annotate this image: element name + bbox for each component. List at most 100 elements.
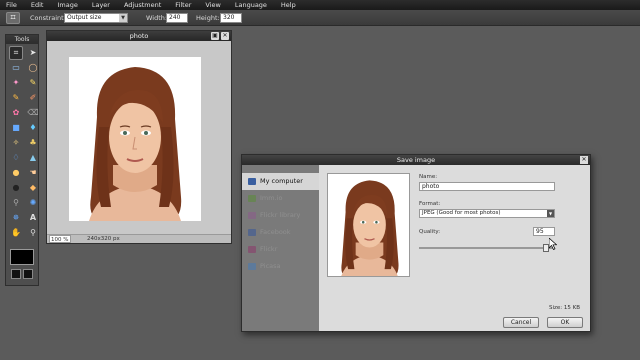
- bucket-icon[interactable]: ♦: [26, 121, 40, 135]
- pencil2-icon[interactable]: ✎: [9, 91, 23, 105]
- wand-icon[interactable]: ✦: [9, 76, 23, 90]
- zoom-input[interactable]: 100 %: [49, 235, 71, 243]
- sponge-icon[interactable]: ◆: [26, 181, 40, 195]
- color-swatches: [10, 249, 36, 283]
- immio-icon: [248, 195, 256, 202]
- bloat-icon[interactable]: ✺: [26, 196, 40, 210]
- swap-color-swatch[interactable]: [23, 269, 33, 279]
- stamp-icon[interactable]: ♣: [26, 136, 40, 150]
- constraint-value: Output size: [67, 14, 102, 21]
- constraint-label: Constraint:: [30, 14, 66, 22]
- height-label: Height:: [196, 14, 220, 22]
- mouse-cursor-icon: [549, 238, 557, 250]
- menu-file[interactable]: File: [6, 1, 17, 9]
- smudge-icon[interactable]: ☚: [26, 166, 40, 180]
- name-label: Name:: [419, 174, 438, 180]
- background-color-swatch[interactable]: [11, 269, 21, 279]
- sharpen-icon[interactable]: ▲: [26, 151, 40, 165]
- preview-thumbnail: [327, 173, 410, 277]
- destination-my-computer[interactable]: My computer: [242, 173, 319, 190]
- menu-edit[interactable]: Edit: [31, 1, 44, 9]
- chevron-down-icon: ▼: [547, 210, 554, 217]
- menu-help[interactable]: Help: [281, 1, 296, 9]
- menu-bar: File Edit Image Layer Adjustment Filter …: [0, 0, 640, 10]
- canvas-area: [47, 41, 231, 235]
- menu-adjustment[interactable]: Adjustment: [124, 1, 161, 9]
- burn-icon[interactable]: ●: [9, 166, 23, 180]
- constraint-select[interactable]: Output size ▼: [64, 13, 128, 23]
- tools-title: Tools: [6, 35, 38, 44]
- zoom-icon[interactable]: ⚲: [26, 226, 40, 240]
- menu-view[interactable]: View: [205, 1, 220, 9]
- photo-window: photo ▣ ✕ 100 % 240x320 px: [46, 30, 232, 244]
- destination-facebook[interactable]: Facebook: [242, 224, 319, 241]
- dialog-title: Save image: [396, 156, 436, 164]
- close-icon[interactable]: ✕: [580, 156, 588, 164]
- drop-icon[interactable]: ♢: [9, 151, 23, 165]
- destination-picasa[interactable]: Picasa: [242, 258, 319, 275]
- foreground-color-swatch[interactable]: [10, 249, 34, 265]
- file-size-label: Size: 15 KB: [548, 305, 580, 311]
- photo-statusbar: 100 % 240x320 px: [47, 234, 231, 243]
- photo-canvas[interactable]: [69, 57, 201, 221]
- format-label: Format:: [419, 201, 441, 207]
- menu-language[interactable]: Language: [235, 1, 267, 9]
- destination-label: Picasa: [260, 262, 281, 270]
- computer-icon: [248, 178, 256, 185]
- crop-icon[interactable]: ⌗: [6, 12, 20, 24]
- preview-image: [328, 174, 409, 276]
- dimensions-label: 240x320 px: [87, 236, 120, 242]
- width-label: Width:: [146, 14, 168, 22]
- format-value: JPEG (Good for most photos): [422, 210, 501, 216]
- destination-flickr-library[interactable]: Flickr library: [242, 207, 319, 224]
- photo-titlebar[interactable]: photo ▣ ✕: [47, 31, 231, 41]
- dialog-titlebar[interactable]: Save image ✕: [242, 155, 590, 165]
- width-input[interactable]: 240: [166, 13, 188, 23]
- destination-label: Facebook: [260, 228, 291, 236]
- menu-filter[interactable]: Filter: [175, 1, 191, 9]
- options-bar: ⌗ Constraint: Output size ▼ Width: 240 H…: [0, 10, 640, 26]
- destination-label: Flickr: [260, 245, 278, 253]
- destination-label: My computer: [260, 177, 303, 185]
- flickr-icon: [248, 212, 256, 219]
- brush-icon[interactable]: ✐: [26, 91, 40, 105]
- filename-input[interactable]: photo: [419, 182, 555, 191]
- ok-button[interactable]: OK: [547, 317, 583, 328]
- height-input[interactable]: 320: [220, 13, 242, 23]
- quality-input[interactable]: 95: [533, 227, 555, 236]
- save-image-dialog: Save image ✕ My computer Imm.io Flickr l…: [241, 154, 591, 332]
- menu-image[interactable]: Image: [57, 1, 77, 9]
- replace-icon[interactable]: ✧: [9, 136, 23, 150]
- pencil-icon[interactable]: ✎: [26, 76, 40, 90]
- maximize-icon[interactable]: ▣: [211, 32, 219, 40]
- flickr2-icon: [248, 246, 256, 253]
- destination-list: My computer Imm.io Flickr library Facebo…: [242, 165, 319, 331]
- destination-label: Flickr library: [260, 211, 301, 219]
- close-icon[interactable]: ✕: [221, 32, 229, 40]
- clone-icon[interactable]: ✿: [9, 106, 23, 120]
- picasa-icon: [248, 263, 256, 270]
- cancel-button[interactable]: Cancel: [503, 317, 539, 328]
- destination-label: Imm.io: [260, 194, 283, 202]
- quality-label: Quality:: [419, 229, 441, 235]
- eraser-icon[interactable]: ⌫: [26, 106, 40, 120]
- chevron-down-icon: ▼: [119, 14, 127, 22]
- eyedropper-icon[interactable]: ⚲: [9, 196, 23, 210]
- marquee-icon[interactable]: ▭: [9, 61, 23, 75]
- destination-flickr[interactable]: Flickr: [242, 241, 319, 258]
- crop-icon[interactable]: ⌗: [9, 46, 23, 60]
- move-icon[interactable]: ➤: [26, 46, 40, 60]
- format-select[interactable]: JPEG (Good for most photos) ▼: [419, 209, 555, 218]
- hand-icon[interactable]: ✋: [9, 226, 23, 240]
- text-icon[interactable]: A: [26, 211, 40, 225]
- menu-layer[interactable]: Layer: [92, 1, 110, 9]
- quality-slider[interactable]: [419, 244, 553, 252]
- pinch-icon[interactable]: ✵: [9, 211, 23, 225]
- portrait-image: [69, 57, 201, 221]
- facebook-icon: [248, 229, 256, 236]
- lasso-icon[interactable]: ◯: [26, 61, 40, 75]
- redeye-icon[interactable]: ●: [9, 181, 23, 195]
- destination-immio[interactable]: Imm.io: [242, 190, 319, 207]
- tools-grid: ⌗ ➤ ▭ ◯ ✦ ✎ ✎ ✐ ✿ ⌫ ■ ♦ ✧ ♣ ♢ ▲ ● ☚ ● ◆ …: [6, 44, 40, 240]
- gradient-icon[interactable]: ■: [9, 121, 23, 135]
